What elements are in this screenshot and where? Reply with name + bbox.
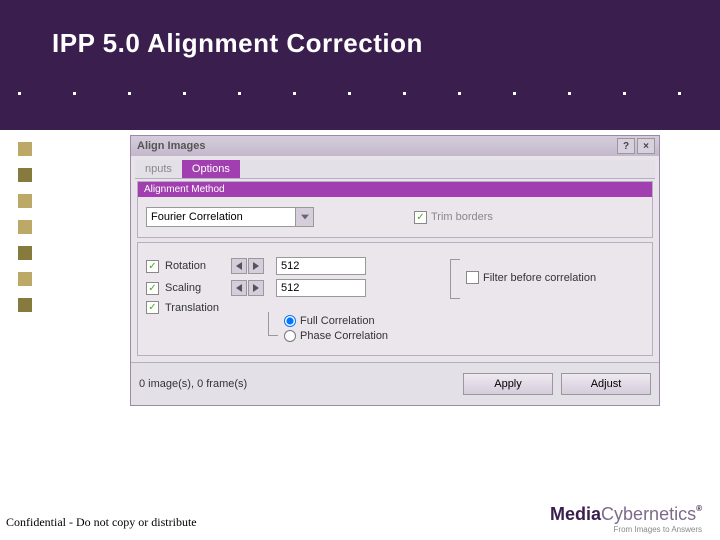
filter-before-checkbox[interactable]: Filter before correlation — [466, 271, 596, 284]
tab-options[interactable]: Options — [182, 160, 240, 178]
trim-borders-checkbox[interactable]: ✓ Trim borders — [414, 211, 493, 224]
trim-label: Trim borders — [431, 211, 493, 223]
scaling-checkbox[interactable]: ✓ — [146, 282, 159, 295]
footer-text: Confidential - Do not copy or distribute — [6, 515, 197, 530]
brand-tagline: From Images to Answers — [550, 525, 702, 534]
help-button[interactable]: ? — [617, 138, 635, 154]
method-value[interactable] — [146, 207, 296, 227]
checkbox-icon: ✓ — [414, 211, 427, 224]
group-title: Alignment Method — [138, 182, 652, 197]
scaling-label: Scaling — [165, 282, 225, 294]
slide-title: IPP 5.0 Alignment Correction — [0, 0, 720, 59]
scaling-field[interactable] — [276, 279, 366, 297]
dialog-title: Align Images — [137, 140, 205, 152]
alignment-method-group: Alignment Method ✓ Trim borders — [137, 181, 653, 238]
brand-sub: Cybernetics — [601, 504, 696, 524]
tab-inputs[interactable]: nputs — [135, 160, 182, 178]
dialog-titlebar[interactable]: Align Images ? × — [131, 136, 659, 156]
translation-label: Translation — [165, 302, 225, 314]
translation-checkbox[interactable]: ✓ — [146, 301, 159, 314]
rotation-increment[interactable] — [248, 258, 264, 274]
apply-button[interactable]: Apply — [463, 373, 553, 395]
align-images-dialog: Align Images ? × nputs Options Alignment… — [130, 135, 660, 406]
full-correlation-label: Full Correlation — [300, 315, 375, 327]
brand-main: Media — [550, 504, 601, 524]
phase-correlation-radio[interactable] — [284, 330, 296, 342]
checkbox-icon — [466, 271, 479, 284]
adjust-button[interactable]: Adjust — [561, 373, 651, 395]
bracket-icon — [268, 312, 278, 336]
phase-correlation-label: Phase Correlation — [300, 330, 388, 342]
full-correlation-radio[interactable] — [284, 315, 296, 327]
slide-header: IPP 5.0 Alignment Correction — [0, 0, 720, 130]
status-bar: 0 image(s), 0 frame(s) Apply Adjust — [131, 362, 659, 405]
decorative-dots — [18, 92, 681, 95]
bracket-icon — [450, 259, 460, 299]
rotation-label: Rotation — [165, 260, 225, 272]
tab-bar: nputs Options — [135, 160, 655, 179]
brand-logo: MediaCybernetics® From Images to Answers — [550, 504, 702, 534]
method-select[interactable] — [146, 207, 314, 227]
filter-label: Filter before correlation — [483, 272, 596, 284]
correlation-panel: ✓ Rotation ✓ Scaling — [137, 242, 653, 356]
status-text: 0 image(s), 0 frame(s) — [139, 378, 455, 390]
decorative-sidebar — [0, 130, 62, 312]
close-button[interactable]: × — [637, 138, 655, 154]
scaling-decrement[interactable] — [231, 280, 247, 296]
dropdown-arrow-icon[interactable] — [296, 207, 314, 227]
rotation-field[interactable] — [276, 257, 366, 275]
rotation-decrement[interactable] — [231, 258, 247, 274]
rotation-checkbox[interactable]: ✓ — [146, 260, 159, 273]
scaling-increment[interactable] — [248, 280, 264, 296]
